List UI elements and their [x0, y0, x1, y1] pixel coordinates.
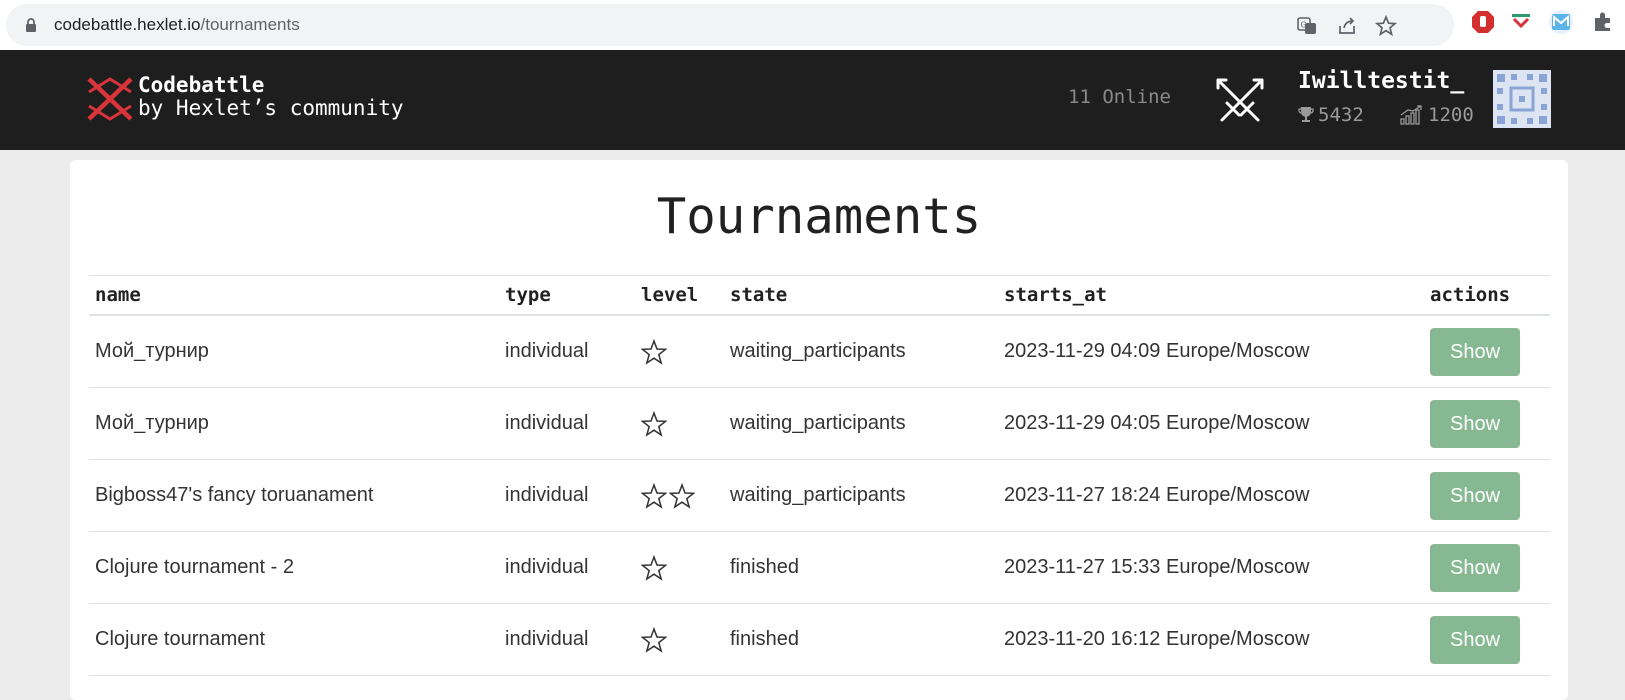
table-header-row: name type level state starts_at actions	[89, 275, 1550, 316]
tournament-level	[635, 315, 724, 388]
show-button[interactable]: Show	[1430, 615, 1520, 664]
address-bar[interactable]: codebattle.hexlet.io/tournaments G	[6, 4, 1454, 46]
url-path: /tournaments	[200, 15, 300, 34]
brand[interactable]: Codebattle by Hexlet’s community	[138, 74, 404, 120]
tournament-type: individual	[499, 531, 635, 604]
tournament-level	[635, 531, 724, 604]
tournament-name: Мой_турнир	[89, 315, 499, 388]
user-rank: 1200	[1400, 104, 1474, 126]
brand-title: Codebattle	[138, 73, 265, 97]
codebattle-logo-icon[interactable]	[86, 74, 134, 124]
adblock-extension-icon[interactable]	[1470, 9, 1496, 35]
rank-value: 1200	[1428, 104, 1474, 126]
trophy-icon	[1298, 107, 1314, 122]
browser-toolbar: codebattle.hexlet.io/tournaments G	[0, 0, 1625, 50]
tournament-name: Мой_турнир	[89, 387, 499, 460]
tournament-type: individual	[499, 459, 635, 532]
extensions-puzzle-icon[interactable]	[1590, 9, 1616, 35]
tournaments-card: Tournaments name type level state starts…	[70, 160, 1568, 700]
app-header: Codebattle by Hexlet’s community 11 Onli…	[0, 50, 1625, 150]
brand-subtitle: by Hexlet’s community	[138, 96, 404, 120]
header-starts-at: starts_at	[998, 275, 1424, 316]
tournament-starts-at: 2023-11-29 04:09 Europe/Moscow	[998, 315, 1424, 388]
tournament-state: waiting_participants	[724, 315, 998, 388]
show-button[interactable]: Show	[1430, 399, 1520, 448]
header-name: name	[89, 275, 499, 316]
svg-text:G: G	[1301, 21, 1307, 30]
tournament-starts-at: 2023-11-27 18:24 Europe/Moscow	[998, 459, 1424, 532]
header-state: state	[724, 275, 998, 316]
tournament-actions: Show	[1424, 459, 1550, 532]
level-star-icon	[641, 626, 667, 653]
tournament-actions: Show	[1424, 603, 1550, 676]
tournament-state: waiting_participants	[724, 387, 998, 460]
page-title: Tournaments	[656, 188, 982, 245]
pocket-extension-icon[interactable]	[1508, 9, 1534, 35]
header-type: type	[499, 275, 635, 316]
crossed-swords-icon[interactable]	[1212, 74, 1268, 130]
tournament-actions: Show	[1424, 315, 1550, 388]
bookmark-star-icon[interactable]	[1375, 15, 1397, 37]
level-star-icon	[641, 554, 667, 581]
url-host: codebattle.hexlet.io	[54, 15, 201, 34]
bar-chart-icon	[1400, 105, 1422, 125]
url-text[interactable]: codebattle.hexlet.io/tournaments	[54, 15, 300, 35]
tournament-type: individual	[499, 387, 635, 460]
mail-extension-icon[interactable]	[1548, 9, 1574, 35]
rating-value: 5432	[1318, 104, 1364, 126]
tournament-state: finished	[724, 531, 998, 604]
tournament-name: Clojure tournament	[89, 603, 499, 676]
tournament-actions: Show	[1424, 531, 1550, 604]
tournament-name: Bigboss47's fancy toruanament	[89, 459, 499, 532]
tournament-starts-at: 2023-11-27 15:33 Europe/Moscow	[998, 531, 1424, 604]
header-level: level	[635, 275, 724, 316]
show-button[interactable]: Show	[1430, 471, 1520, 520]
header-actions: actions	[1424, 275, 1550, 316]
table-row: Bigboss47's fancy toruanament individual…	[89, 459, 1550, 532]
tournament-actions: Show	[1424, 387, 1550, 460]
show-button[interactable]: Show	[1430, 543, 1520, 592]
lock-icon	[26, 18, 36, 32]
show-button[interactable]: Show	[1430, 327, 1520, 376]
share-icon[interactable]	[1336, 15, 1358, 37]
tournament-state: finished	[724, 603, 998, 676]
table-row: Clojure tournament individual finished 2…	[89, 603, 1550, 676]
avatar[interactable]	[1493, 70, 1551, 128]
tournament-starts-at: 2023-11-20 16:12 Europe/Moscow	[998, 603, 1424, 676]
table-row: Clojure tournament - 2 individual finish…	[89, 531, 1550, 604]
table-row: Мой_турнир individual waiting_participan…	[89, 315, 1550, 388]
translate-icon[interactable]: G	[1296, 15, 1318, 37]
user-rating: 5432	[1298, 104, 1364, 126]
tournament-level	[635, 603, 724, 676]
level-star-icon	[641, 410, 667, 437]
tournament-state: waiting_participants	[724, 459, 998, 532]
level-star-icon	[669, 482, 695, 509]
level-star-icon	[641, 338, 667, 365]
online-count: 11 Online	[1068, 86, 1171, 108]
user-name[interactable]: Iwilltestit_	[1298, 68, 1464, 94]
tournament-starts-at: 2023-11-29 04:05 Europe/Moscow	[998, 387, 1424, 460]
tournament-name: Clojure tournament - 2	[89, 531, 499, 604]
level-star-icon	[641, 482, 667, 509]
tournament-level	[635, 387, 724, 460]
table-row: Мой_турнир individual waiting_participan…	[89, 387, 1550, 460]
tournament-type: individual	[499, 315, 635, 388]
tournament-level	[635, 459, 724, 532]
tournaments-table: name type level state starts_at actions …	[89, 275, 1550, 676]
tournament-type: individual	[499, 603, 635, 676]
